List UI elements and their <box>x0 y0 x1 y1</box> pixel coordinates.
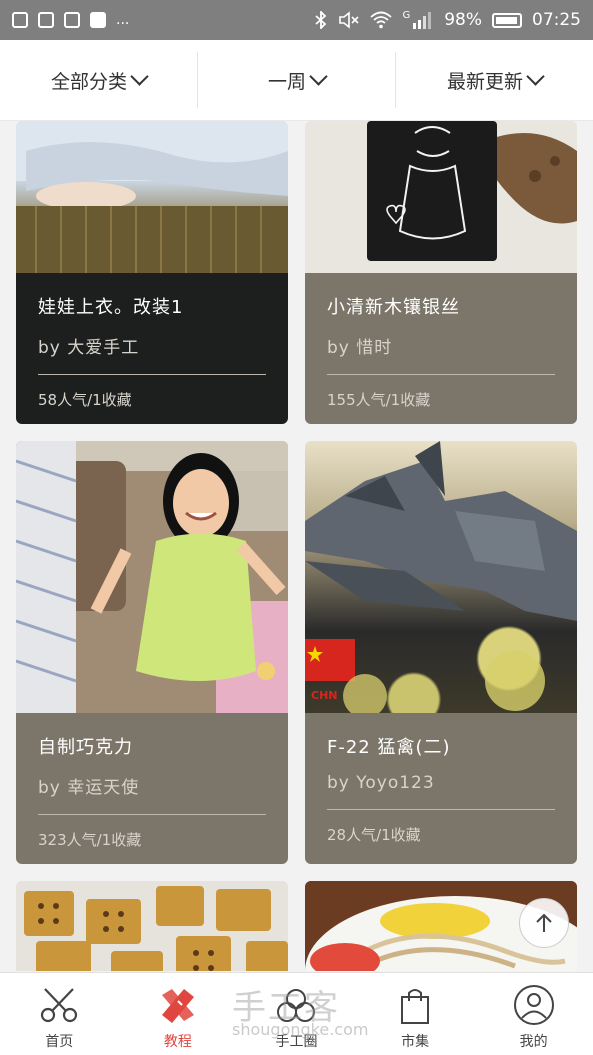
card-title: 小清新木镶银丝 <box>327 297 460 318</box>
app-icon <box>90 12 106 28</box>
card-author: by Yoyo123 <box>327 773 435 793</box>
tutorial-grid: 娃娃上衣。改装1 by 大爱手工 58人气/1收藏 小清新木镶银丝 by 惜时 … <box>0 121 593 971</box>
chevron-down-icon <box>526 66 545 86</box>
filter-sort-label: 最新更新 <box>446 70 523 93</box>
card-divider <box>38 814 266 815</box>
nav-profile[interactable]: 我的 <box>474 973 593 1055</box>
circle-community-icon <box>274 983 318 1027</box>
card-divider <box>327 374 555 375</box>
battery-icon <box>492 12 522 28</box>
nav-tutorial[interactable]: 教程 <box>119 973 238 1055</box>
card-author: by 惜时 <box>327 338 393 358</box>
nav-label: 教程 <box>163 1034 192 1050</box>
card-author: by 大爱手工 <box>38 338 140 358</box>
filter-time-range[interactable]: 一周 <box>197 52 395 108</box>
shopping-bag-icon <box>393 983 437 1027</box>
chevron-down-icon <box>309 66 328 86</box>
tutorial-image <box>16 121 288 273</box>
status-right: G 98% 07:25 <box>314 10 593 30</box>
user-icon <box>512 983 556 1027</box>
filter-bar: 全部分类 一周 最新更新 <box>0 40 593 121</box>
chevron-down-icon <box>130 66 149 86</box>
bottom-nav: 首页 教程 手工圈 市集 我的 <box>0 972 593 1055</box>
card-info: F-22 猛禽(二) by Yoyo123 28人气/1收藏 <box>305 713 577 864</box>
tutorial-image <box>16 881 288 971</box>
card-stats: 28人气/1收藏 <box>327 826 421 844</box>
tutorial-icon <box>156 983 200 1027</box>
bluetooth-icon <box>315 11 327 29</box>
nav-label: 我的 <box>519 1034 548 1050</box>
s-app-icon <box>64 12 80 28</box>
clock: 07:25 <box>532 10 581 30</box>
mute-icon <box>339 11 360 29</box>
tutorial-card[interactable]: CHN F-22 猛禽(二) by Yoyo123 28人气/1收藏 <box>305 441 577 864</box>
arrow-up-icon <box>536 913 552 932</box>
card-info: 自制巧克力 by 幸运天使 323人气/1收藏 <box>16 713 288 864</box>
nav-label: 手工圈 <box>275 1034 318 1050</box>
status-left-icons: ... <box>0 12 129 28</box>
more-notifications: ... <box>116 12 130 28</box>
card-stats: 323人气/1收藏 <box>38 831 142 849</box>
card-stats: 155人气/1收藏 <box>327 391 431 409</box>
book-icon <box>12 12 28 28</box>
nav-home[interactable]: 首页 <box>0 973 119 1055</box>
flag-label: CHN <box>311 689 338 702</box>
network-type: G <box>402 9 411 21</box>
nav-label: 市集 <box>401 1034 430 1050</box>
battery-percent: 98% <box>444 10 482 30</box>
tutorial-image <box>16 441 288 713</box>
tutorial-card[interactable]: 娃娃上衣。改装1 by 大爱手工 58人气/1收藏 <box>16 121 288 424</box>
filter-time-label: 一周 <box>267 70 306 93</box>
filter-category-label: 全部分类 <box>50 70 127 93</box>
card-title: F-22 猛禽(二) <box>327 737 451 758</box>
tutorial-card[interactable] <box>16 881 288 971</box>
nav-label: 首页 <box>45 1034 74 1050</box>
card-stats: 58人气/1收藏 <box>38 391 132 409</box>
card-author: by 幸运天使 <box>38 778 140 798</box>
status-bar: ... G 98% 07:25 <box>0 0 593 40</box>
nav-market[interactable]: 市集 <box>356 973 475 1055</box>
card-title: 娃娃上衣。改装1 <box>38 297 184 318</box>
card-divider <box>38 374 266 375</box>
filter-sort[interactable]: 最新更新 <box>395 52 593 108</box>
image-icon <box>38 12 54 28</box>
nav-community[interactable]: 手工圈 <box>237 973 356 1055</box>
wifi-icon <box>370 11 393 29</box>
tutorial-card[interactable]: 小清新木镶银丝 by 惜时 155人气/1收藏 <box>305 121 577 424</box>
tutorial-image: CHN <box>305 441 577 713</box>
card-info: 小清新木镶银丝 by 惜时 155人气/1收藏 <box>305 273 577 424</box>
card-info: 娃娃上衣。改装1 by 大爱手工 58人气/1收藏 <box>16 273 288 424</box>
scroll-to-top-button[interactable] <box>519 898 569 948</box>
card-title: 自制巧克力 <box>38 737 133 758</box>
scissors-icon <box>37 983 81 1027</box>
signal-icon <box>413 12 432 29</box>
tutorial-card[interactable]: 自制巧克力 by 幸运天使 323人气/1收藏 <box>16 441 288 864</box>
filter-category[interactable]: 全部分类 <box>0 52 197 108</box>
tutorial-image <box>305 121 577 273</box>
card-divider <box>327 809 555 810</box>
